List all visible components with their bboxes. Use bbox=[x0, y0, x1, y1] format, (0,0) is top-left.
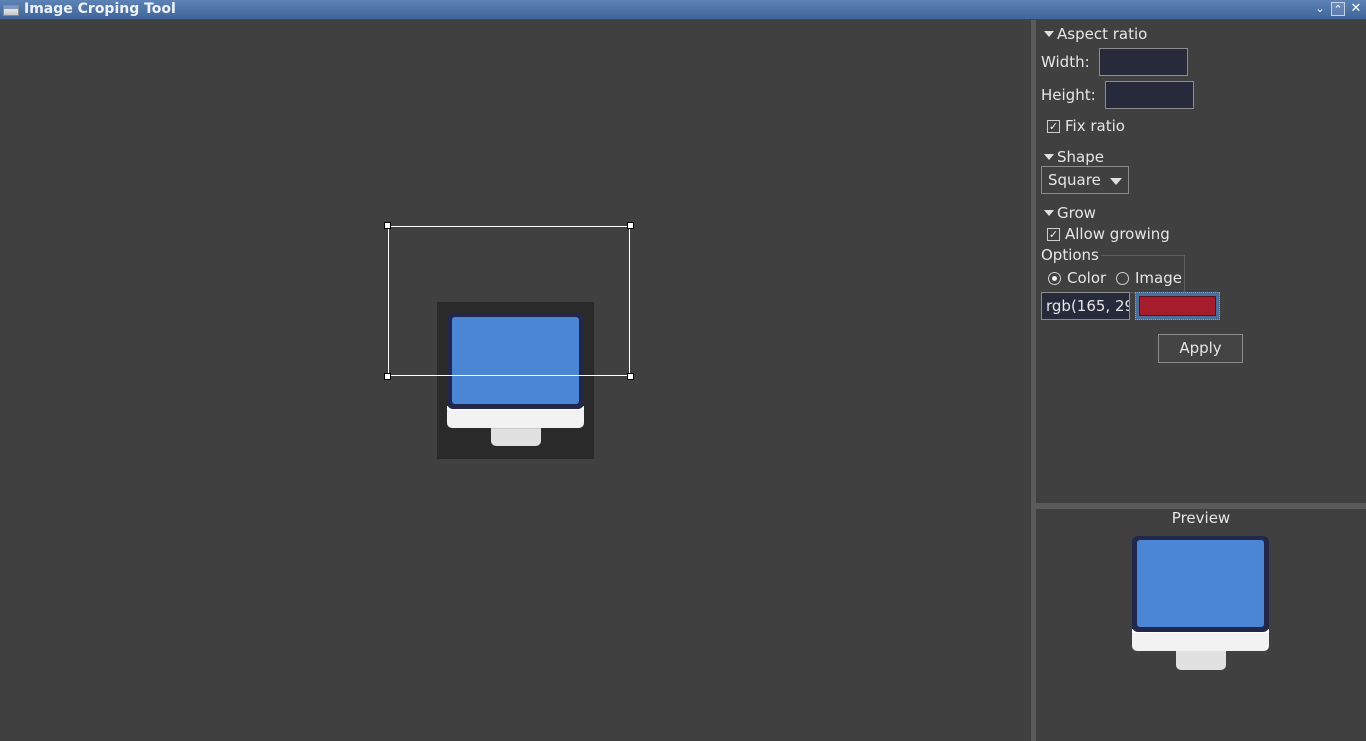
aspect-ratio-section-toggle[interactable]: Aspect ratio bbox=[1044, 25, 1147, 43]
preview-monitor-icon bbox=[1132, 536, 1269, 670]
color-radio-label: Color bbox=[1067, 269, 1107, 287]
color-value-field[interactable]: rgb(165, 29 bbox=[1041, 292, 1130, 320]
crop-handle-top-right[interactable] bbox=[627, 222, 634, 229]
minimize-icon[interactable]: ⌄ bbox=[1313, 2, 1327, 16]
dropdown-arrow-icon bbox=[1110, 178, 1122, 185]
fix-ratio-checkbox[interactable]: ✓ bbox=[1047, 120, 1060, 133]
aspect-ratio-heading: Aspect ratio bbox=[1057, 25, 1148, 43]
close-icon[interactable]: ✕ bbox=[1349, 2, 1363, 16]
preview-pane: Preview bbox=[1036, 509, 1366, 741]
color-radio[interactable] bbox=[1048, 272, 1061, 285]
height-field[interactable] bbox=[1105, 81, 1194, 109]
title-bar: Image Croping Tool ⌄ ⌃ ✕ bbox=[0, 0, 1366, 20]
fix-ratio-label: Fix ratio bbox=[1065, 117, 1125, 135]
crop-handle-bottom-left[interactable] bbox=[384, 373, 391, 380]
shape-heading: Shape bbox=[1057, 148, 1104, 166]
app-window-icon bbox=[3, 5, 19, 16]
options-label: Options bbox=[1041, 246, 1101, 264]
preview-title: Preview bbox=[1171, 509, 1231, 527]
grow-heading: Grow bbox=[1057, 204, 1096, 222]
collapse-triangle-icon bbox=[1044, 154, 1054, 160]
color-picker-button[interactable] bbox=[1135, 292, 1220, 320]
grow-section-toggle[interactable]: Grow bbox=[1044, 204, 1096, 222]
collapse-triangle-icon bbox=[1044, 210, 1054, 216]
window-title: Image Croping Tool bbox=[24, 1, 176, 17]
shape-section-toggle[interactable]: Shape bbox=[1044, 148, 1104, 166]
width-field[interactable] bbox=[1099, 48, 1188, 76]
shape-select-value: Square bbox=[1048, 171, 1101, 189]
shape-select[interactable]: Square bbox=[1041, 166, 1129, 194]
apply-button[interactable]: Apply bbox=[1158, 334, 1243, 363]
crop-handle-bottom-right[interactable] bbox=[627, 373, 634, 380]
maximize-icon[interactable]: ⌃ bbox=[1331, 2, 1345, 16]
image-radio[interactable] bbox=[1116, 272, 1129, 285]
crop-canvas[interactable] bbox=[0, 20, 1031, 741]
image-radio-label: Image bbox=[1135, 269, 1182, 287]
settings-panel: Aspect ratio Width: Height: ✓ Fix ratio … bbox=[1036, 20, 1366, 503]
height-label: Height: bbox=[1041, 86, 1096, 104]
width-label: Width: bbox=[1041, 53, 1090, 71]
crop-selection[interactable] bbox=[384, 222, 634, 380]
allow-growing-checkbox[interactable]: ✓ bbox=[1047, 228, 1060, 241]
collapse-triangle-icon bbox=[1044, 31, 1054, 37]
crop-handle-top-left[interactable] bbox=[384, 222, 391, 229]
allow-growing-label: Allow growing bbox=[1065, 225, 1170, 243]
color-swatch bbox=[1139, 296, 1216, 316]
